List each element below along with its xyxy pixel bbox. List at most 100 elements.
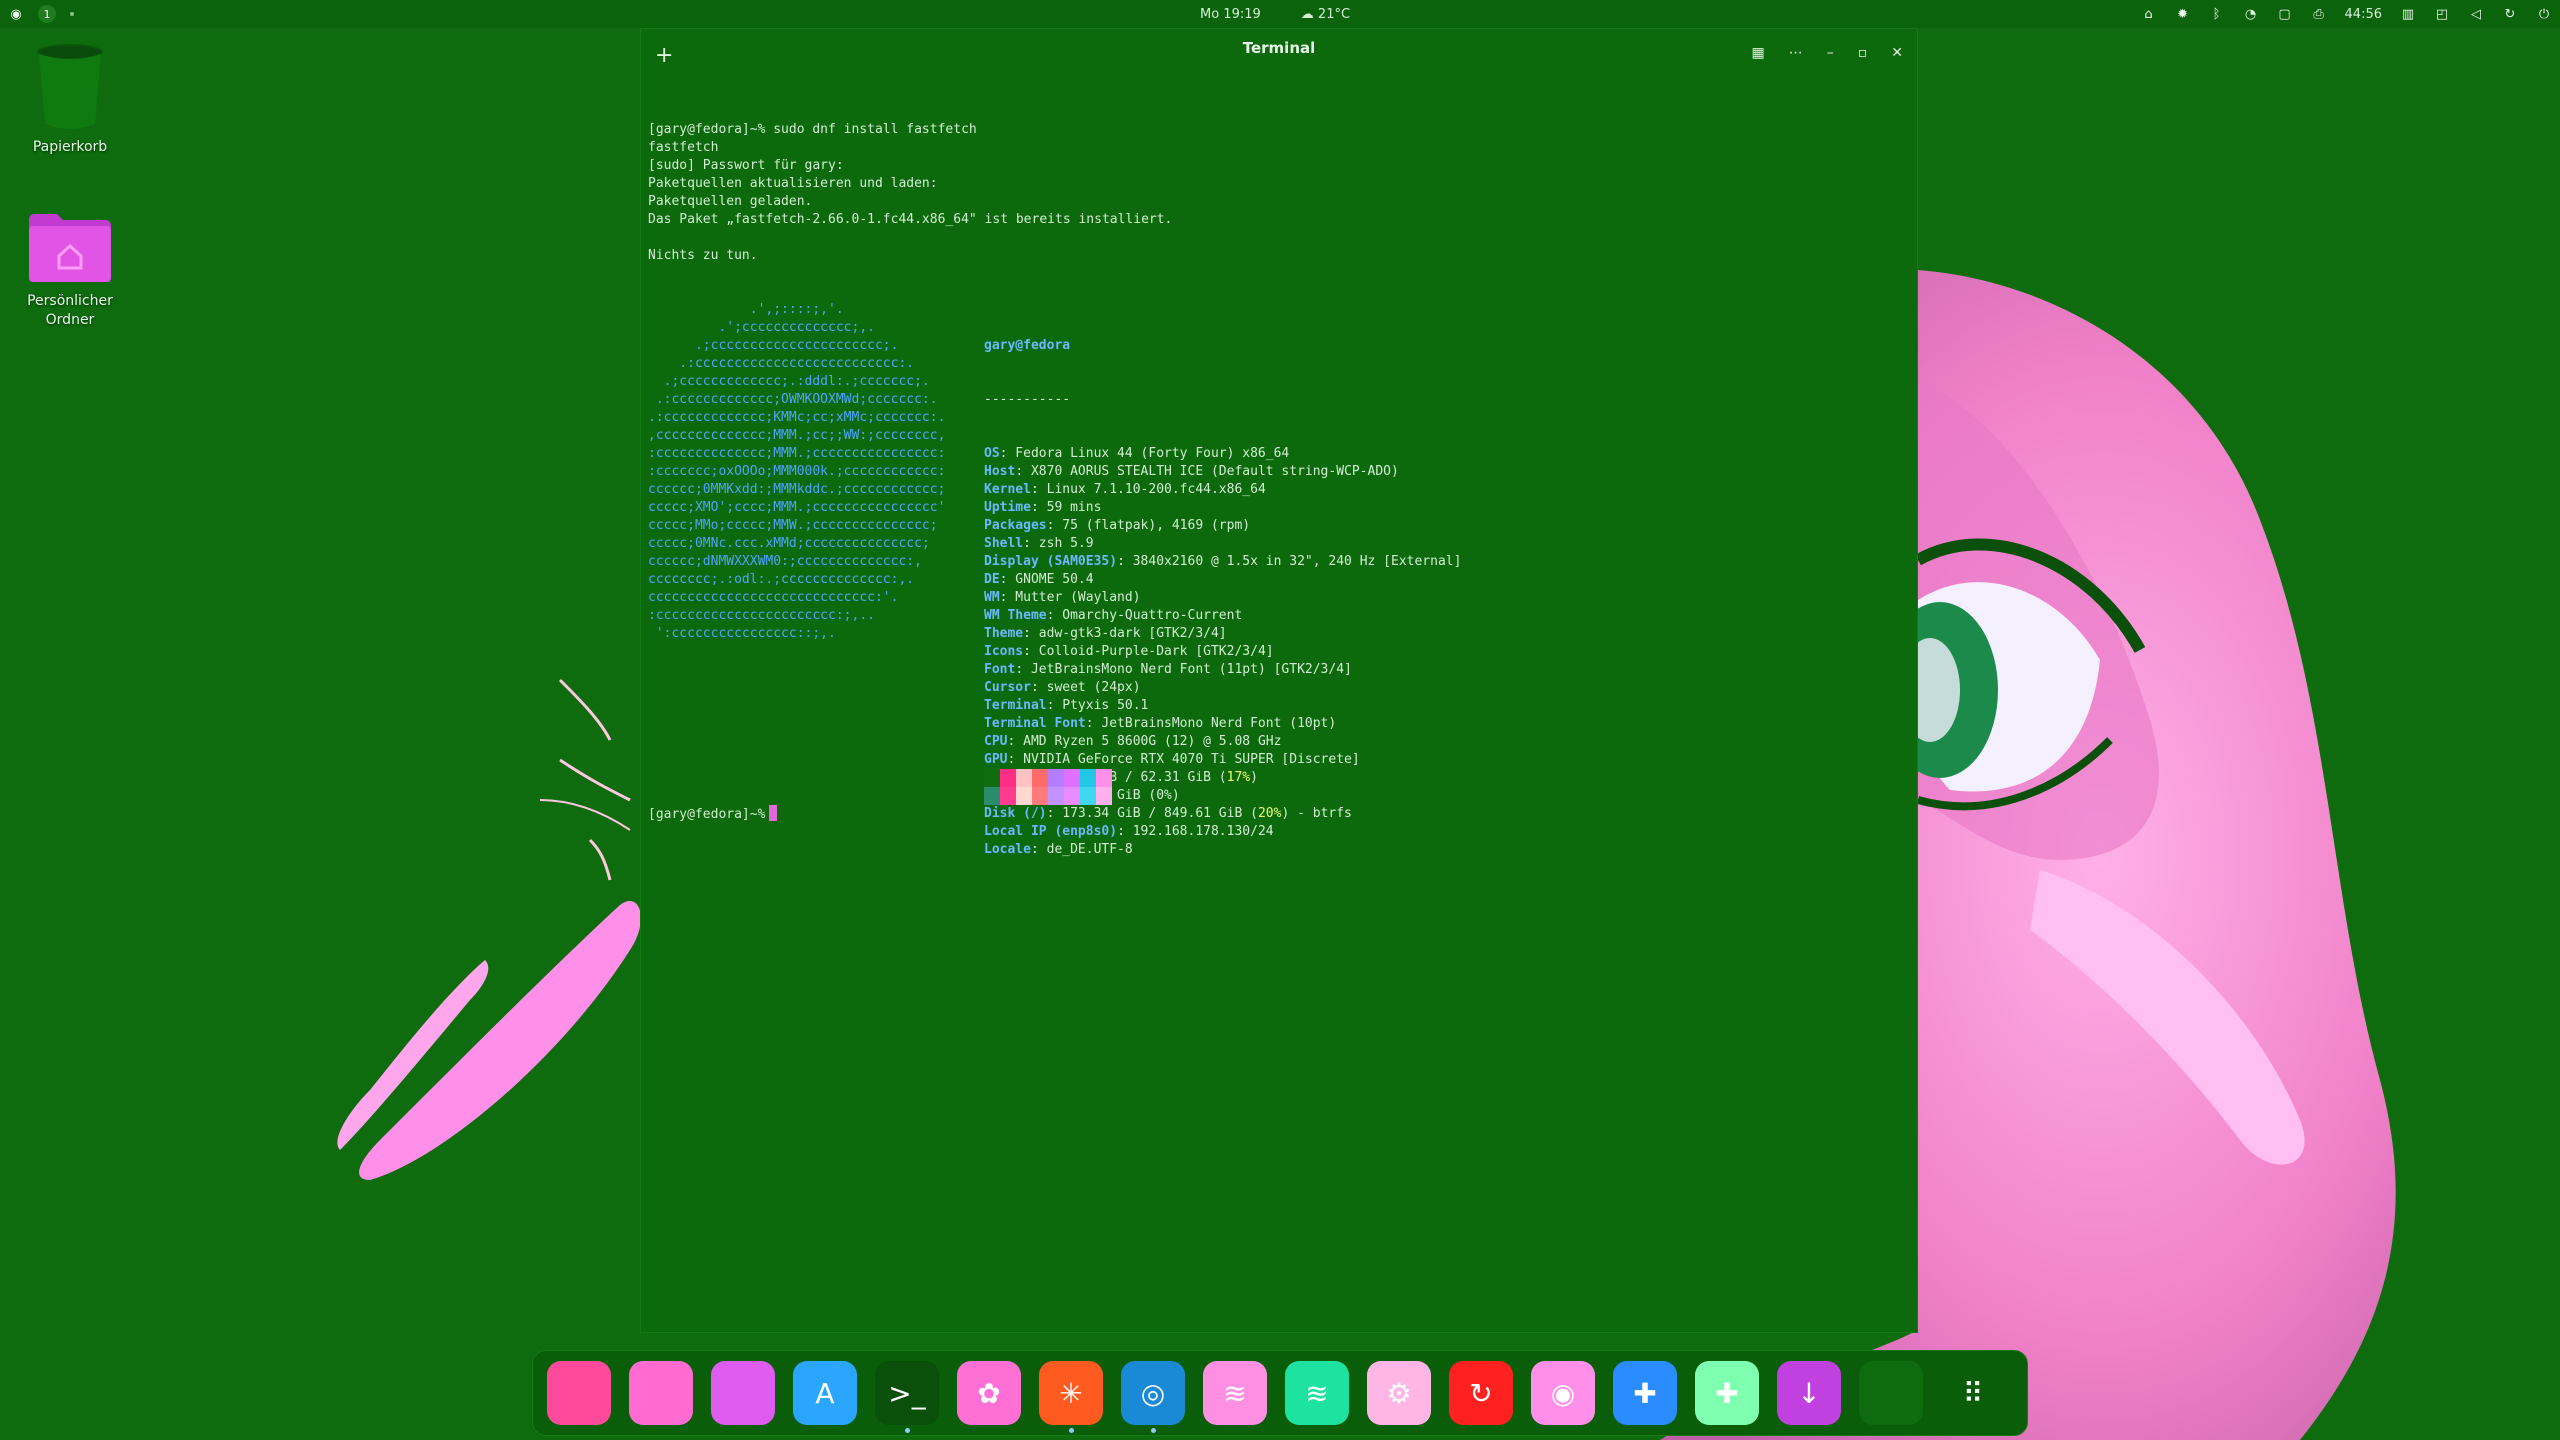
weather-widget[interactable]: ☁ 21°C <box>1301 7 1350 22</box>
minimize-icon[interactable]: – <box>1827 45 1834 61</box>
top-panel-right: ⌂ ✹ ᛒ ◔ ▢ ⎙ 44:56 ▥ ◰ ◁ ↻ ⏻ <box>2141 0 2552 28</box>
logo-line: .;ccccccccccccc;.:dddl:.;ccccccc;. <box>648 374 930 389</box>
clipboard-icon[interactable]: ▢ <box>2277 6 2293 22</box>
info-line: Theme: adw-gtk3-dark [GTK2/3/4] <box>984 625 1461 643</box>
logo-line: ccccc;0MNc.ccc.xMMd;ccccccccccccccc; <box>648 536 930 551</box>
claude-icon[interactable]: ✳ <box>1039 1361 1103 1433</box>
info-value: : zsh 5.9 <box>1023 536 1094 551</box>
terminal-headerbar[interactable]: + Terminal ▦ ⋯ – ▫ ✕ <box>641 29 1917 85</box>
output-line: fastfetch <box>648 140 719 155</box>
clock[interactable]: Mo 19:19 <box>1200 7 1261 22</box>
output-line: [sudo] Passwort für gary: <box>648 158 844 173</box>
info-line: GPU: NVIDIA GeForce RTX 4070 Ti SUPER [D… <box>984 751 1461 769</box>
logo-line: ':cccccccccccccccc::;,. <box>648 626 836 641</box>
menu-icon[interactable]: ⋯ <box>1789 45 1803 61</box>
info-value: : 75 (flatpak), 4169 (rpm) <box>1046 518 1251 533</box>
close-icon[interactable]: ✕ <box>1891 45 1903 61</box>
trash-icon[interactable] <box>1859 1361 1923 1425</box>
steam-tray-icon[interactable]: ◔ <box>2243 6 2259 22</box>
chatgpt-icon[interactable]: ✿ <box>957 1361 1021 1425</box>
logo-line: cccccc;0MMKxdd:;MMMkddc.;cccccccccccc; <box>648 482 946 497</box>
info-key: Host <box>984 464 1016 479</box>
maximize-icon[interactable]: ▫ <box>1858 45 1868 61</box>
info-value: : sweet (24px) <box>1030 680 1141 695</box>
toggle-app-icon[interactable]: ◉ <box>1531 1361 1595 1425</box>
timer-readout[interactable]: 44:56 <box>2345 7 2382 22</box>
update-icon[interactable]: ↻ <box>1449 1361 1513 1425</box>
workspace-dot[interactable] <box>70 12 74 16</box>
network-icon[interactable]: ◰ <box>2434 6 2450 22</box>
bluetooth-icon[interactable]: ᛒ <box>2209 6 2225 22</box>
info-value: : 59 mins <box>1030 500 1102 515</box>
desktop-icon-trash[interactable]: Papierkorb <box>10 40 130 157</box>
info-value: : GNOME 50.4 <box>999 572 1094 587</box>
info-value: : Ptyxis 50.1 <box>1046 698 1149 713</box>
puzzle-icon[interactable]: ✚ <box>1695 1361 1759 1425</box>
app-store-icon[interactable]: A <box>793 1361 857 1425</box>
info-value-tail: ) - btrfs <box>1281 806 1352 821</box>
info-line: CPU: AMD Ryzen 5 8600G (12) @ 5.08 GHz <box>984 733 1461 751</box>
info-key: Shell <box>984 536 1024 551</box>
home-icon[interactable]: ⌂ <box>2141 6 2157 22</box>
terminal-output[interactable]: [gary@fedora]~% sudo dnf install fastfet… <box>648 85 1907 1322</box>
info-value: : adw-gtk3-dark [GTK2/3/4] <box>1023 626 1227 641</box>
downloads-folder-icon[interactable]: ↓ <box>1777 1361 1841 1425</box>
info-line: Local IP (enp8s0): 192.168.178.130/24 <box>984 823 1461 841</box>
info-line: Display (SAM0E35): 3840x2160 @ 1.5x in 3… <box>984 553 1461 571</box>
logo-line: ,cccccccccccccc;MMM.;cc;;WW:;cccccccc, <box>648 428 946 443</box>
weather-temperature: 21°C <box>1317 6 1351 22</box>
fedora-logo-icon[interactable]: ◉ <box>8 6 24 22</box>
printer-icon[interactable]: ⎙ <box>2311 6 2327 22</box>
terminal-icon[interactable]: >_ <box>875 1361 939 1433</box>
logo-line: .';cccccccccccccc;,. <box>648 320 875 335</box>
dock: A >_ ✿ ✳ ◎ ≋ ≋ ⚙ ↻ ◉ ✚ ✚ ↓ ⠿ <box>532 1350 2028 1436</box>
app-grid-icon[interactable]: ⠿ <box>1941 1361 2005 1425</box>
info-line: Cursor: sweet (24px) <box>984 679 1461 697</box>
color-swatches <box>984 769 1112 805</box>
info-key: Local IP (enp8s0) <box>984 824 1118 839</box>
home-folder-icon <box>29 214 111 282</box>
spotify-icon[interactable]: ≋ <box>1285 1361 1349 1425</box>
firefox-icon[interactable] <box>547 1361 611 1425</box>
settings-icon[interactable]: ⚙ <box>1367 1361 1431 1425</box>
output-line: Das Paket „fastfetch-2.66.0-1.fc44.x86_6… <box>648 212 1173 227</box>
color-swatch <box>1048 769 1064 805</box>
steam-icon[interactable]: ◎ <box>1121 1361 1185 1433</box>
tab-overview-icon[interactable]: ▦ <box>1752 45 1765 61</box>
info-key: WM <box>984 590 1000 605</box>
sync-icon[interactable]: ↻ <box>2502 6 2518 22</box>
power-icon[interactable]: ⏻ <box>2536 6 2552 22</box>
top-panel-left: ◉ 1 <box>8 0 74 28</box>
workspace-indicator[interactable]: 1 <box>38 5 56 23</box>
desktop-icon-label: Papierkorb <box>32 139 108 155</box>
info-line: Disk (/): 173.34 GiB / 849.61 GiB (20%) … <box>984 805 1461 823</box>
volume-icon[interactable]: ◁ <box>2468 6 2484 22</box>
prompt-line[interactable]: [gary@fedora]~% <box>648 805 778 824</box>
files-icon[interactable] <box>711 1361 775 1425</box>
chrome-icon[interactable] <box>629 1361 693 1425</box>
terminal-window[interactable]: + Terminal ▦ ⋯ – ▫ ✕ [gary@fedora]~% sud… <box>640 28 1918 1333</box>
running-indicator <box>1069 1428 1074 1433</box>
info-line: WM: Mutter (Wayland) <box>984 589 1461 607</box>
info-key: Terminal Font <box>984 716 1086 731</box>
info-key: CPU <box>984 734 1008 749</box>
logo-line: cccccccc;.:odl:.;cccccccccccccc:,. <box>648 572 915 587</box>
info-line: Terminal: Ptyxis 50.1 <box>984 697 1461 715</box>
extensions-icon[interactable]: ✚ <box>1613 1361 1677 1425</box>
desktop-icon-home-folder[interactable]: Persönlicher Ordner <box>10 212 130 330</box>
info-value: : AMD Ryzen 5 8600G (12) @ 5.08 GHz <box>1007 734 1282 749</box>
logo-line: :ccccccc;oxOOOo;MMM000k.;cccccccccccc: <box>648 464 946 479</box>
sun-icon[interactable]: ✹ <box>2175 6 2191 22</box>
logo-line: cccccc;dNMWXXXWM0:;cccccccccccccc:, <box>648 554 922 569</box>
output-line: Nichts zu tun. <box>648 248 758 263</box>
info-key: Theme <box>984 626 1024 641</box>
info-value: : de_DE.UTF-8 <box>1030 842 1133 857</box>
info-key: Font <box>984 662 1016 677</box>
logo-line: :ccccccccccccccccccccccc:;,.. <box>648 608 875 623</box>
layers-icon[interactable]: ≋ <box>1203 1361 1267 1425</box>
shell-prompt: [gary@fedora]~% <box>648 807 766 822</box>
trash-can-icon <box>37 44 103 129</box>
info-key: Display (SAM0E35) <box>984 554 1118 569</box>
layout-icon[interactable]: ▥ <box>2400 6 2416 22</box>
